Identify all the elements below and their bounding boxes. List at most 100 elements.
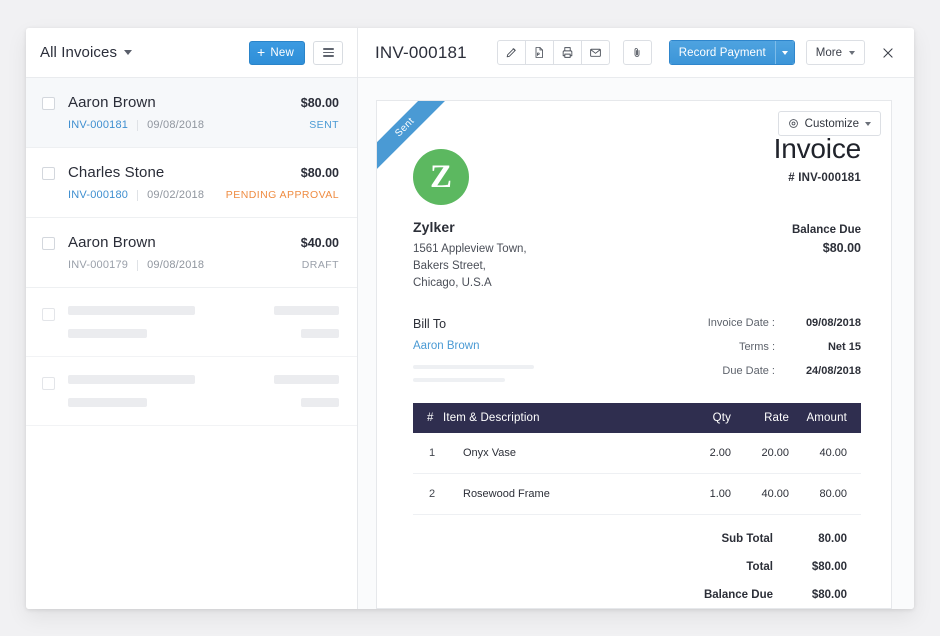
status-badge: SENT <box>309 119 339 131</box>
cell-index: 1 <box>413 433 443 474</box>
email-button[interactable] <box>581 40 610 65</box>
invoice-date: 09/02/2018 <box>147 189 204 201</box>
invoice-number[interactable]: INV-000180 <box>68 189 128 201</box>
invoice-action-icon-group <box>497 40 610 65</box>
hamburger-icon-bar <box>323 55 334 57</box>
customize-button[interactable]: Customize <box>778 111 881 136</box>
column-header-index: # <box>413 403 443 433</box>
invoice-list-item-placeholder <box>26 357 357 426</box>
invoice-detail-toolbar: INV-000181 <box>358 28 914 78</box>
row-checkbox[interactable] <box>42 97 55 110</box>
new-invoice-button[interactable]: + New <box>249 41 305 65</box>
table-header-row: # Item & Description Qty Rate Amount <box>413 403 861 433</box>
invoice-list-filter-dropdown[interactable]: All Invoices <box>40 44 132 61</box>
meta-value: 09/08/2018 <box>789 317 861 329</box>
record-payment-button[interactable]: Record Payment <box>669 40 795 65</box>
customize-label: Customize <box>805 118 859 130</box>
cell-amount: 80.00 <box>789 474 861 515</box>
record-payment-dropdown-toggle[interactable] <box>775 41 794 64</box>
invoice-document: Sent Customize Z Zylker 1561 Appleview T… <box>376 100 892 609</box>
list-view-options-button[interactable] <box>313 41 343 65</box>
close-button[interactable] <box>876 41 900 65</box>
status-badge: DRAFT <box>302 259 339 271</box>
total-value: $80.00 <box>789 589 861 601</box>
edit-button[interactable] <box>497 40 526 65</box>
column-header-rate: Rate <box>731 403 789 433</box>
line-items-table: # Item & Description Qty Rate Amount 1 O… <box>413 403 861 515</box>
document-type-heading: Invoice <box>774 133 861 165</box>
invoice-customer-name: Charles Stone <box>68 164 164 181</box>
invoice-list-filter-label: All Invoices <box>40 44 117 61</box>
bill-to-customer-link[interactable]: Aaron Brown <box>413 340 534 352</box>
meta-key: Due Date : <box>722 365 775 377</box>
invoice-list-item[interactable]: Aaron Brown $40.00 INV-000179 09/08/2018… <box>26 218 357 288</box>
placeholder-bar <box>413 365 534 369</box>
more-actions-button[interactable]: More <box>806 40 865 65</box>
placeholder-bar <box>413 378 505 382</box>
column-header-amount: Amount <box>789 403 861 433</box>
meta-value: 24/08/2018 <box>789 365 861 377</box>
meta-value: Net 15 <box>789 341 861 353</box>
more-actions-label: More <box>816 47 842 59</box>
invoice-customer-name: Aaron Brown <box>68 234 156 251</box>
meta-row: Invoice Date : 09/08/2018 <box>708 317 861 329</box>
divider <box>137 190 138 201</box>
new-invoice-label: New <box>270 47 294 59</box>
invoice-number[interactable]: INV-000179 <box>68 259 128 271</box>
column-header-item: Item & Description <box>443 403 673 433</box>
chevron-down-icon <box>865 122 871 126</box>
gear-icon <box>788 118 799 129</box>
invoice-document-scroll-area: Sent Customize Z Zylker 1561 Appleview T… <box>358 78 914 609</box>
row-checkbox-placeholder <box>42 377 55 390</box>
pdf-file-icon <box>533 46 545 59</box>
placeholder-bar <box>274 306 339 315</box>
company-address: 1561 Appleview Town, Bakers Street, Chic… <box>413 241 527 292</box>
total-row: Sub Total 80.00 <box>413 533 861 545</box>
page-title: INV-000181 <box>375 43 467 63</box>
meta-row: Due Date : 24/08/2018 <box>708 365 861 377</box>
divider <box>137 120 138 131</box>
placeholder-bar <box>68 329 147 338</box>
company-name: Zylker <box>413 219 527 235</box>
plus-icon: + <box>257 45 265 59</box>
invoice-number[interactable]: INV-000181 <box>68 119 128 131</box>
chevron-down-icon <box>782 51 788 55</box>
hamburger-icon-bar <box>323 48 334 50</box>
invoice-app-window: All Invoices + New Aaron Brown <box>26 28 914 609</box>
bill-to-block: Bill To Aaron Brown <box>413 317 534 389</box>
cell-qty: 2.00 <box>673 433 731 474</box>
row-checkbox[interactable] <box>42 167 55 180</box>
chevron-down-icon <box>124 50 132 55</box>
total-row: Balance Due $80.00 <box>413 589 861 601</box>
address-line: 1561 Appleview Town, <box>413 241 527 258</box>
company-logo: Z <box>413 149 469 205</box>
invoice-list-item[interactable]: Aaron Brown $80.00 INV-000181 09/08/2018… <box>26 78 357 148</box>
total-label: Balance Due <box>704 589 773 601</box>
invoice-list-item[interactable]: Charles Stone $80.00 INV-000180 09/02/20… <box>26 148 357 218</box>
table-row: 2 Rosewood Frame 1.00 40.00 80.00 <box>413 474 861 515</box>
balance-due-value: $80.00 <box>774 241 861 255</box>
invoice-list-item-placeholder <box>26 288 357 357</box>
bill-to-label: Bill To <box>413 317 534 331</box>
placeholder-bar <box>68 375 195 384</box>
pdf-button[interactable] <box>525 40 554 65</box>
invoice-customer-name: Aaron Brown <box>68 94 156 111</box>
document-number: # INV-000181 <box>774 172 861 184</box>
divider <box>137 260 138 271</box>
invoice-meta-table: Invoice Date : 09/08/2018 Terms : Net 15… <box>708 317 861 389</box>
attachment-button[interactable] <box>623 40 652 65</box>
pencil-icon <box>505 46 518 59</box>
invoice-list-sidebar: All Invoices + New Aaron Brown <box>26 28 358 609</box>
address-line: Bakers Street, <box>413 258 527 275</box>
invoice-amount: $40.00 <box>301 236 339 250</box>
placeholder-bar <box>301 329 339 338</box>
address-line: Chicago, U.S.A <box>413 275 527 292</box>
balance-due-label: Balance Due <box>774 224 861 236</box>
row-checkbox[interactable] <box>42 237 55 250</box>
column-header-qty: Qty <box>673 403 731 433</box>
cell-amount: 40.00 <box>789 433 861 474</box>
meta-key: Terms : <box>739 341 775 353</box>
print-button[interactable] <box>553 40 582 65</box>
cell-qty: 1.00 <box>673 474 731 515</box>
placeholder-bar <box>301 398 339 407</box>
